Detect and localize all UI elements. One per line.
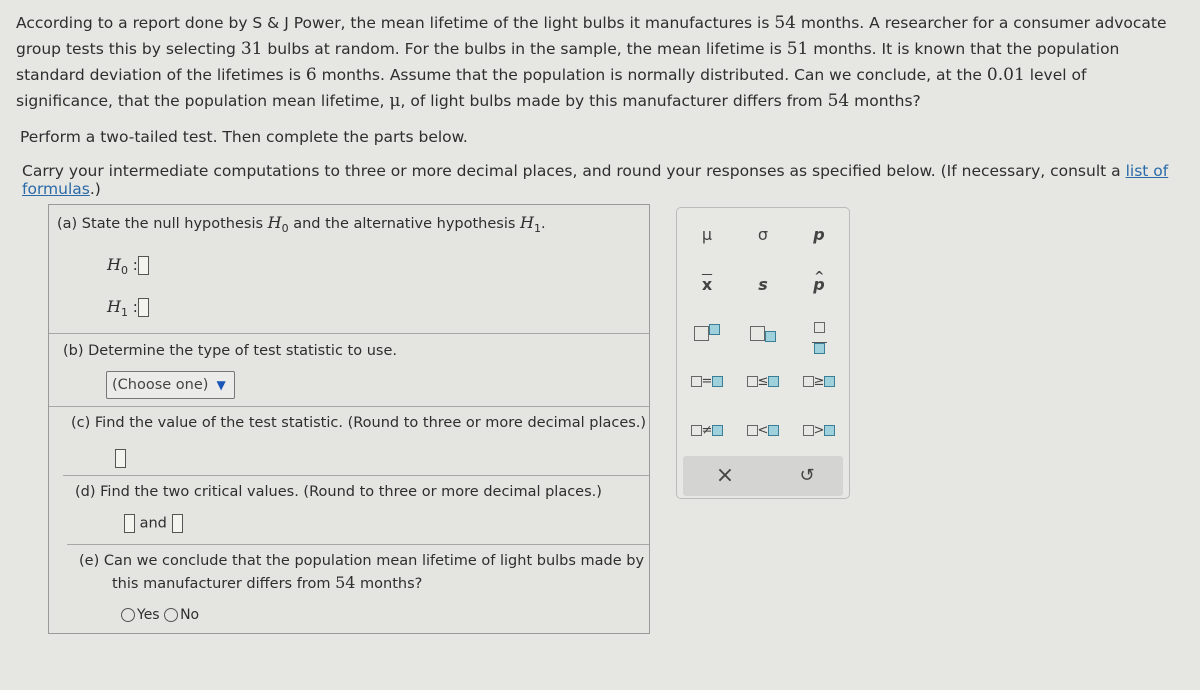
phat-button[interactable]: ^ p [791,269,847,300]
population-sd: 6 [305,65,317,85]
mu-button[interactable]: μ [679,220,735,250]
clear-icon[interactable]: × [697,461,753,491]
test-statistic-input[interactable] [115,449,126,468]
critical-values-row: and [124,514,183,533]
part-b-question: (b) Determine the type of test statistic… [63,343,397,359]
xbar-button[interactable]: x [679,270,735,300]
part-a: (a) State the null hypothesis H0 and the… [49,205,649,334]
instruction-rounding: Carry your intermediate computations to … [22,162,1200,198]
and-label: and [139,515,167,532]
text: .) [89,180,101,198]
critical-value-2-input[interactable] [171,514,183,533]
answer-panel: (a) State the null hypothesis H0 and the… [48,204,650,634]
critical-value-1-input[interactable] [124,514,135,533]
part-c-question: (c) Find the value of the test statistic… [71,415,647,431]
superscript-button[interactable] [679,318,735,348]
no-radio[interactable]: No [164,607,199,623]
part-e: (e) Can we conclude that the population … [71,545,649,632]
yes-radio[interactable]: Yes [121,607,160,623]
greater-than-button[interactable]: > [791,416,847,446]
mu-symbol: μ [389,91,401,111]
significance-level: 0.01 [986,65,1025,85]
greater-equal-button[interactable]: ≥ [791,367,847,397]
text: , of light bulbs made by this manufactur… [400,92,828,110]
text: bulbs at random. For the bulbs in the sa… [262,40,787,58]
claimed-mean: 54 [827,91,850,111]
part-e-question: (e) Can we conclude that the population … [79,553,645,592]
part-d: (d) Find the two critical values. (Round… [67,476,649,545]
part-d-question: (d) Find the two critical values. (Round… [75,484,602,500]
not-equal-button[interactable]: ≠ [679,416,735,446]
claimed-mean: 54 [774,13,796,33]
sigma-button[interactable]: σ [735,220,791,250]
sample-size: 31 [240,39,263,59]
part-c: (c) Find the value of the test statistic… [63,407,649,476]
undo-icon[interactable]: ↺ [779,461,835,491]
fraction-button[interactable] [791,318,847,354]
null-hypothesis-input[interactable] [137,256,149,275]
sample-mean: 51 [786,39,809,59]
less-than-button[interactable]: < [735,416,791,446]
test-statistic-select[interactable]: (Choose one) ▼ [106,371,235,399]
p-button[interactable]: p [791,220,847,250]
symbol-palette: μ σ p x s ^ p = ≤ ≥ ≠ < > × ↺ [676,207,850,499]
text: Carry your intermediate computations to … [22,162,1126,180]
part-a-question: (a) State the null hypothesis H0 and the… [57,213,546,235]
s-button[interactable]: s [735,270,791,300]
alt-hypothesis-row: H1 : [107,297,149,319]
problem-statement: According to a report done by S & J Powe… [16,10,1186,114]
dropdown-arrow-icon: ▼ [216,378,226,392]
null-hypothesis-row: H0 : [107,255,149,277]
yes-no-options: Yes No [121,607,199,623]
alt-hypothesis-input[interactable] [137,298,149,317]
subscript-button[interactable] [735,318,791,348]
text: months. Assume that the population is no… [316,66,987,84]
less-equal-button[interactable]: ≤ [735,367,791,397]
equals-button[interactable]: = [679,367,735,397]
instruction-test: Perform a two-tailed test. Then complete… [20,128,468,146]
palette-actions: × ↺ [683,456,843,496]
text: According to a report done by S & J Powe… [16,14,775,32]
text: months? [849,92,921,110]
